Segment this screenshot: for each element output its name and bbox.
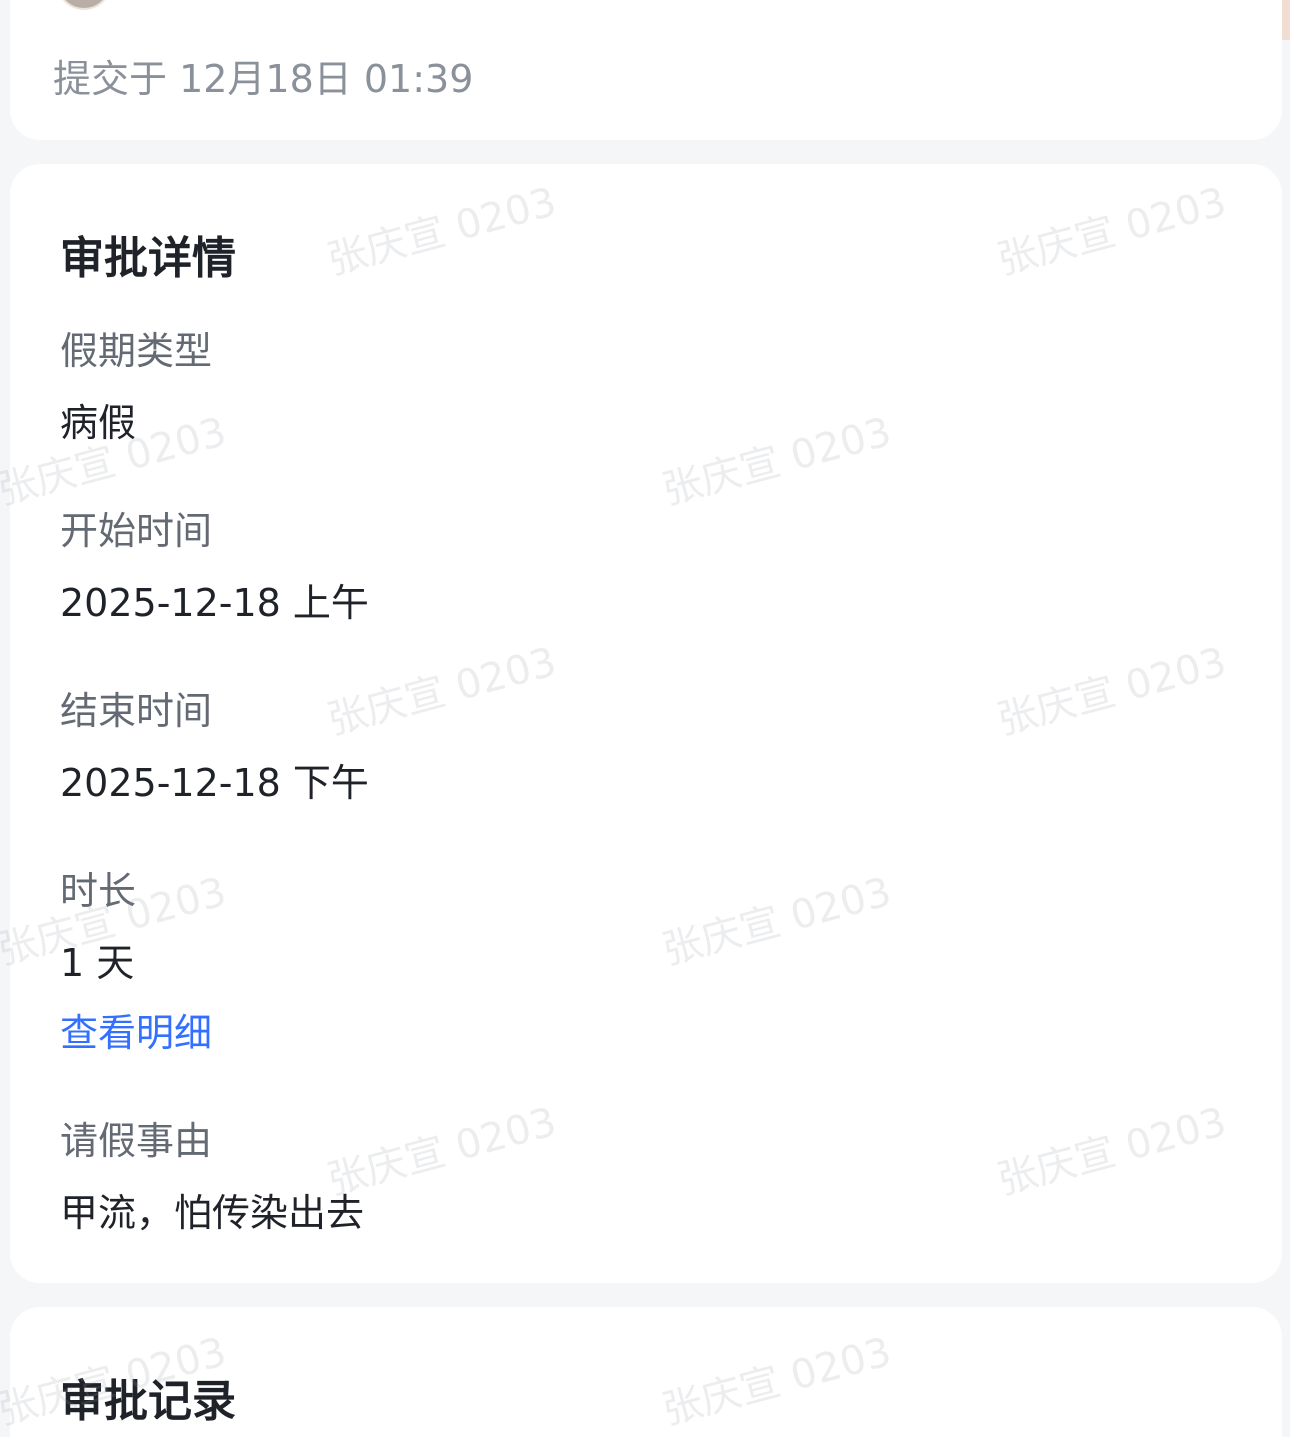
end-time-value: 2025-12-18 下午 (60, 761, 369, 805)
approval-records-card: 审批记录 (10, 1307, 1282, 1437)
details-title: 审批详情 (60, 233, 236, 284)
page-edge-decoration (1282, 0, 1290, 40)
avatar[interactable] (58, 0, 110, 10)
approval-details-card: 审批详情 假期类型 病假 开始时间 2025-12-18 上午 结束时间 202… (10, 164, 1282, 1283)
duration-label: 时长 (60, 869, 137, 913)
records-title: 审批记录 (60, 1376, 236, 1427)
reason-label: 请假事由 (60, 1119, 213, 1163)
start-time-label: 开始时间 (60, 509, 213, 553)
end-time-label: 结束时间 (60, 689, 213, 733)
submission-card: 提交于 12月18日 01:39 (10, 0, 1282, 140)
duration-value: 1 天 (60, 941, 135, 985)
start-time-value: 2025-12-18 上午 (60, 581, 369, 625)
leave-type-label: 假期类型 (60, 329, 213, 373)
submitted-time: 提交于 12月18日 01:39 (53, 57, 474, 101)
leave-type-value: 病假 (60, 401, 137, 445)
view-details-link[interactable]: 查看明细 (60, 1002, 212, 1057)
reason-value: 甲流，怕传染出去 (60, 1191, 365, 1235)
